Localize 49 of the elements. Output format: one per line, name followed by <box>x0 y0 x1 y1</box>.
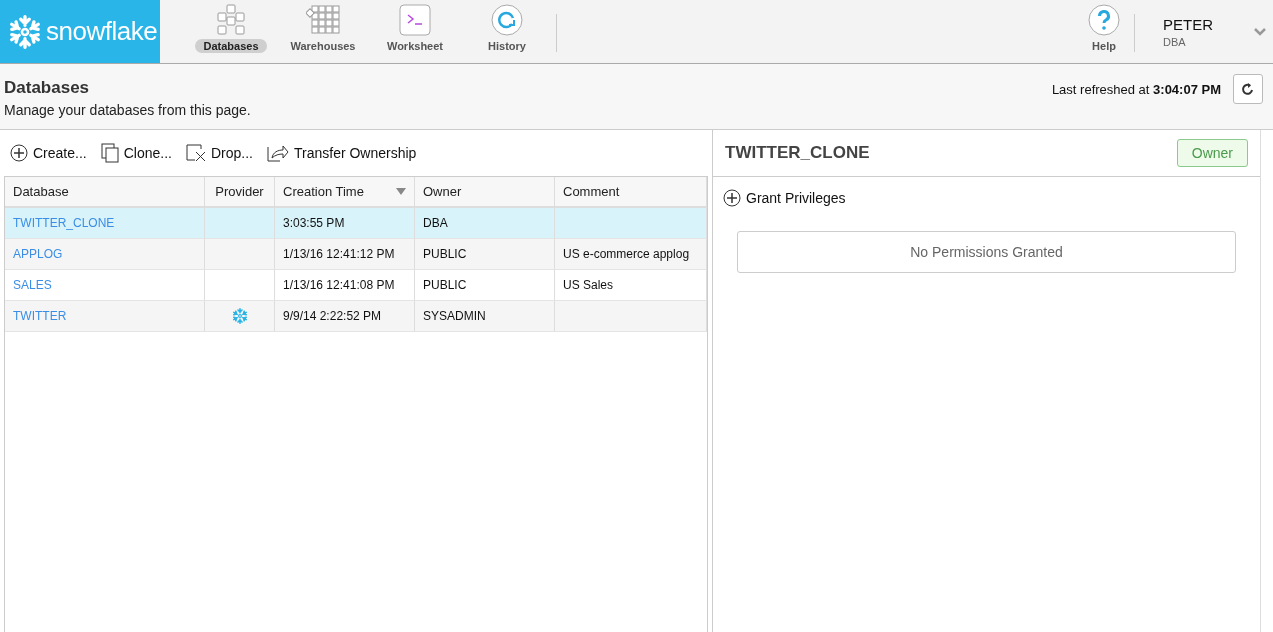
table-cell: 9/9/14 2:22:52 PM <box>275 301 415 332</box>
table-cell: US Sales <box>555 270 707 301</box>
owner-badge: Owner <box>1176 139 1248 167</box>
snowflake-icon <box>8 14 42 49</box>
logo-text: snowflake <box>46 16 158 47</box>
share-arrow-icon <box>266 144 289 162</box>
table-cell: 1/13/16 12:41:12 PM <box>275 239 415 270</box>
toolbar-action[interactable]: Drop... <box>185 144 253 162</box>
refresh-circle-icon <box>491 4 523 36</box>
refresh-button[interactable] <box>1233 74 1263 104</box>
table-cell: PUBLIC <box>415 239 555 270</box>
refresh-icon <box>1240 81 1256 97</box>
empty-permissions-message: No Permissions Granted <box>737 231 1236 273</box>
user-role: DBA <box>1163 36 1187 48</box>
toolbar-action[interactable]: Clone... <box>100 143 172 163</box>
grid-icon <box>306 4 340 36</box>
chevron-down-icon[interactable] <box>1253 27 1267 37</box>
table-cell: 3:03:55 PM <box>275 208 415 239</box>
nav-tab[interactable]: Worksheet <box>372 0 458 53</box>
toolbar-action[interactable]: Transfer Ownership <box>266 144 417 162</box>
column-header[interactable]: Owner <box>415 177 555 208</box>
table-cell: DBA <box>415 208 555 239</box>
terminal-icon <box>399 4 431 36</box>
page-subtitle: Manage your databases from this page. <box>4 102 251 118</box>
column-header[interactable]: Provider <box>205 177 275 208</box>
help-button[interactable]: Help <box>1074 0 1134 53</box>
delete-icon <box>185 144 206 162</box>
user-name: PETER <box>1163 16 1214 33</box>
toolbar-action[interactable]: Create... <box>10 144 87 162</box>
copy-icon <box>100 143 119 163</box>
table-cell: SYSADMIN <box>415 301 555 332</box>
detail-title: TWITTER_CLONE <box>725 143 870 163</box>
grant-privileges-button[interactable]: Grant Privileges <box>723 189 846 207</box>
table-cell: US e-commerce applog <box>555 239 707 270</box>
table-cell: PUBLIC <box>415 270 555 301</box>
column-header[interactable]: Database <box>5 177 205 208</box>
page-title: Databases <box>4 78 91 98</box>
database-tree-icon <box>215 4 247 36</box>
nav-tab[interactable]: Warehouses <box>280 0 366 53</box>
help-icon <box>1088 4 1120 36</box>
plus-circle-icon <box>723 189 741 207</box>
nav-tab[interactable]: Databases <box>188 0 274 53</box>
nav-tab[interactable]: History <box>464 0 550 53</box>
column-header[interactable]: Comment <box>555 177 707 208</box>
snowflake-icon <box>231 308 248 324</box>
column-header[interactable]: Creation Time <box>275 177 415 208</box>
table-cell: 1/13/16 12:41:08 PM <box>275 270 415 301</box>
plus-circle-icon <box>10 144 28 162</box>
last-refreshed-text: Last refreshed at 3:04:07 PM <box>1051 81 1221 97</box>
